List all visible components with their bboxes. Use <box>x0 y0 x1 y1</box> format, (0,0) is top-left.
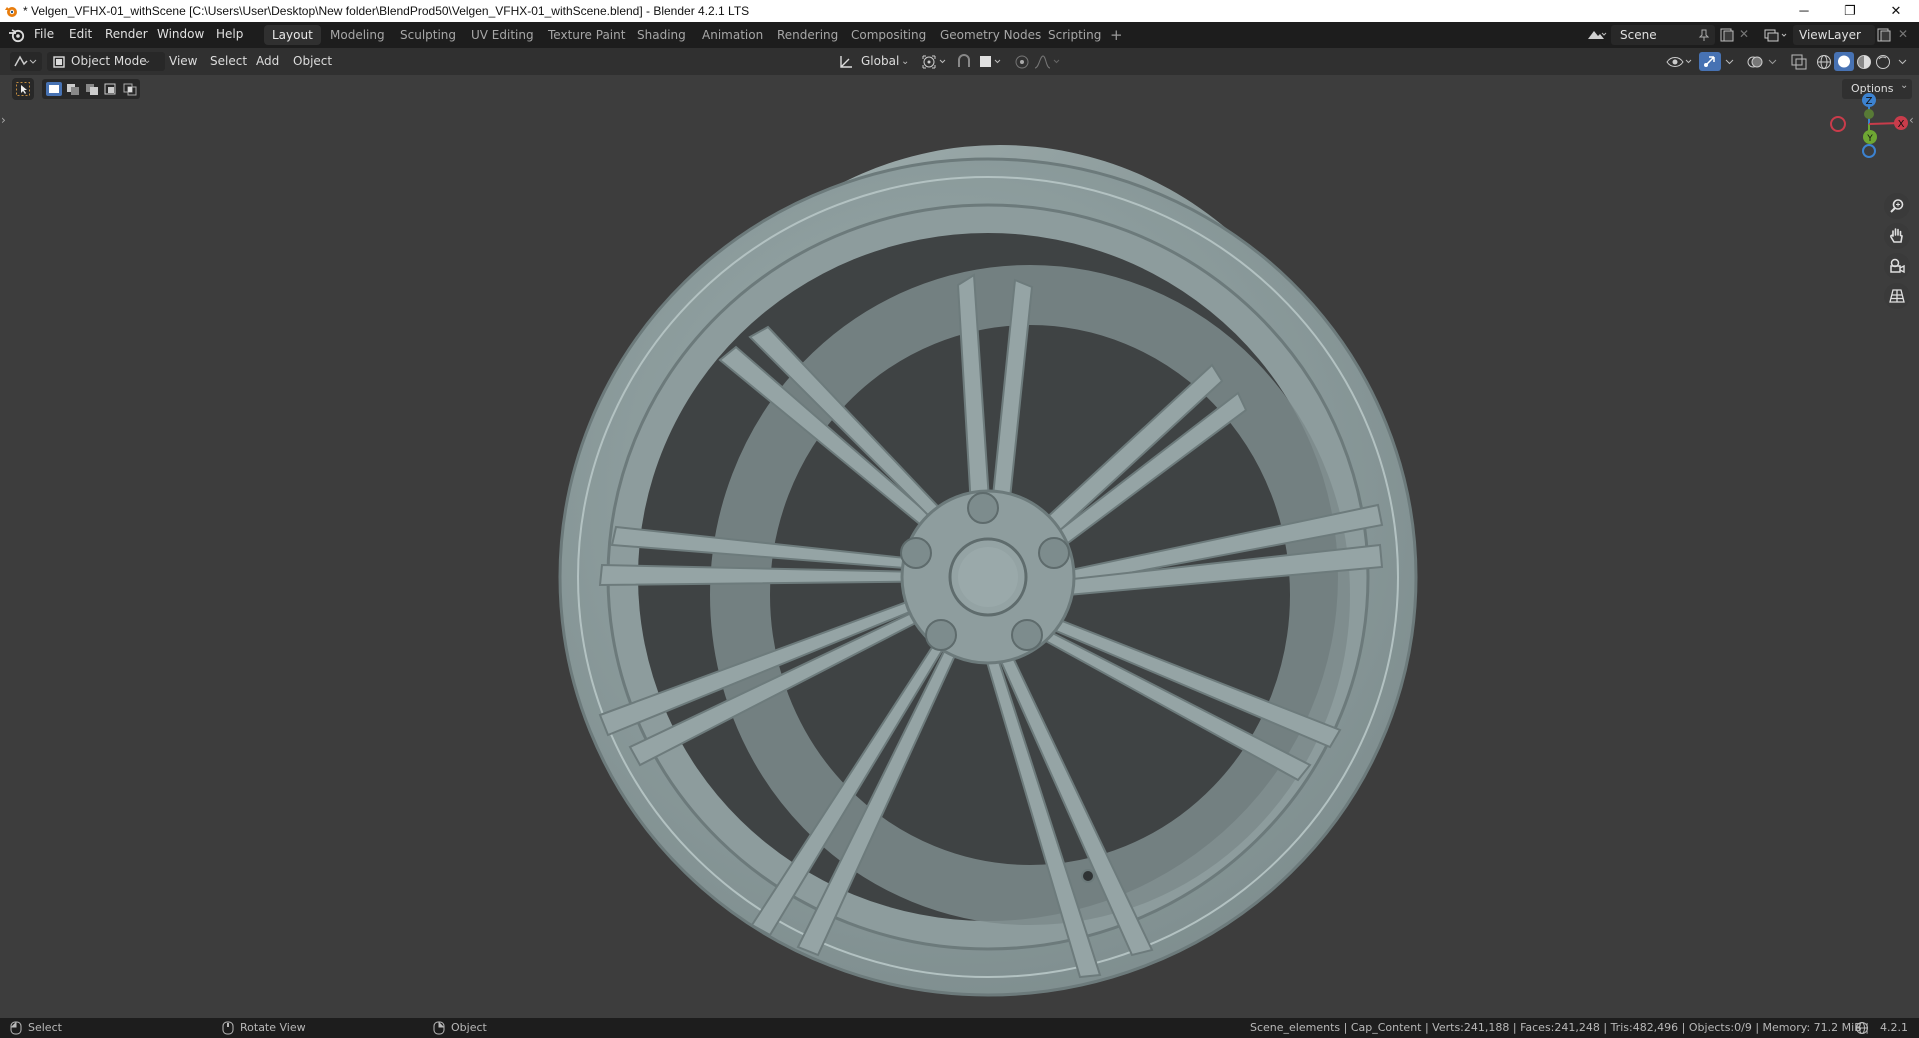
chevron-down-icon: ⌄ <box>143 55 152 66</box>
minimize-button[interactable]: ─ <box>1781 0 1827 22</box>
navigation-gizmo[interactable]: Z X Y <box>1822 90 1916 170</box>
delete-scene-icon[interactable]: ✕ <box>1739 27 1749 41</box>
tab-shading[interactable]: Shading <box>629 25 694 45</box>
tab-layout[interactable]: Layout <box>264 25 321 45</box>
pin-icon[interactable] <box>1697 28 1711 42</box>
3d-viewport[interactable]: Options ⌄ › ‹ Z X Y <box>0 75 1919 1018</box>
zoom-icon <box>1890 199 1904 213</box>
mode-selector[interactable]: Object Mode ⌄ <box>47 52 165 71</box>
tab-compositing[interactable]: Compositing <box>843 25 934 45</box>
menu-object[interactable]: Object <box>293 52 332 71</box>
menu-select[interactable]: Select <box>210 52 247 71</box>
overlays-chevron-icon[interactable] <box>1766 53 1780 71</box>
object-mode-icon <box>53 56 65 68</box>
menu-file[interactable]: File <box>34 27 54 41</box>
orientation-label[interactable]: Global <box>861 52 899 71</box>
window-title: * Velgen_VFHX-01_withScene [C:\Users\Use… <box>23 4 750 18</box>
gizmo-y-label: Y <box>1866 134 1873 144</box>
snap-target-icon[interactable] <box>977 53 1005 71</box>
wireframe-shading-icon[interactable] <box>1815 53 1833 71</box>
gizmo-x-label: X <box>1898 119 1905 130</box>
tab-rendering[interactable]: Rendering <box>769 25 846 45</box>
menu-add[interactable]: Add <box>256 52 279 71</box>
menu-help[interactable]: Help <box>216 27 243 41</box>
pivot-point-icon[interactable] <box>920 53 948 71</box>
scene-statistics: Scene_elements | Cap_Content | Verts:241… <box>1250 1021 1869 1034</box>
new-scene-icon[interactable] <box>1719 27 1735 43</box>
zoom-button[interactable] <box>1884 193 1910 219</box>
top-bar: File Edit Render Window Help Layout Mode… <box>0 22 1919 48</box>
mouse-right-icon <box>433 1021 445 1035</box>
blender-logo-icon[interactable] <box>8 27 26 43</box>
view-layer-selector[interactable]: ViewLayer <box>1793 25 1875 45</box>
solid-shading-icon <box>1838 55 1850 68</box>
tab-geometry-nodes[interactable]: Geometry Nodes <box>932 25 1049 45</box>
falloff-icon[interactable] <box>1033 53 1063 71</box>
view-layer-icon[interactable] <box>1763 27 1789 43</box>
close-button[interactable]: ✕ <box>1873 0 1919 22</box>
menu-render[interactable]: Render <box>105 27 148 41</box>
rendered-shading-icon[interactable] <box>1874 53 1892 71</box>
gizmo-chevron-icon[interactable] <box>1723 53 1737 71</box>
gizmo-icon <box>1704 56 1715 67</box>
snap-icon[interactable] <box>955 53 973 71</box>
gizmo-z-label: Z <box>1866 96 1873 107</box>
xray-icon[interactable] <box>1790 53 1808 71</box>
editor-type-button[interactable] <box>10 52 42 71</box>
status-bar: Select Rotate View Object Scene_elements… <box>0 1018 1919 1038</box>
camera-view-button[interactable] <box>1884 253 1910 279</box>
menu-window[interactable]: Window <box>157 27 204 41</box>
viewport-header: Object Mode ⌄ View Select Add Object Glo… <box>0 48 1919 75</box>
status-rotate-view: Rotate View <box>240 1021 306 1034</box>
tab-scripting[interactable]: Scripting <box>1040 25 1109 45</box>
material-shading-icon[interactable] <box>1855 53 1873 71</box>
editor-type-icon <box>14 55 37 67</box>
blender-version: 4.2.1 <box>1880 1021 1908 1034</box>
shading-chevron-icon[interactable] <box>1896 53 1910 71</box>
wheel-model[interactable] <box>0 75 1919 1018</box>
maximize-button[interactable]: ❐ <box>1827 0 1873 22</box>
scene-icon[interactable] <box>1586 27 1608 43</box>
tab-modeling[interactable]: Modeling <box>322 25 393 45</box>
proportional-edit-icon[interactable] <box>1013 53 1031 71</box>
tab-texture-paint[interactable]: Texture Paint <box>540 25 633 45</box>
mouse-left-icon <box>10 1021 22 1035</box>
visibility-icon[interactable] <box>1665 53 1695 71</box>
overlays-icon[interactable] <box>1746 53 1764 71</box>
perspective-toggle-button[interactable] <box>1884 283 1910 309</box>
mode-label: Object Mode <box>71 54 147 68</box>
tab-sculpting[interactable]: Sculpting <box>392 25 464 45</box>
status-select: Select <box>28 1021 62 1034</box>
status-object: Object <box>451 1021 487 1034</box>
window-titlebar: * Velgen_VFHX-01_withScene [C:\Users\Use… <box>0 0 1919 22</box>
menu-view[interactable]: View <box>169 52 197 71</box>
gizmo-toggle[interactable] <box>1699 52 1721 71</box>
scene-selector[interactable]: Scene <box>1611 25 1715 45</box>
scene-name: Scene <box>1620 28 1657 42</box>
blender-app-icon <box>5 7 17 17</box>
orientation-chevron-icon[interactable]: ⌄ <box>901 52 909 71</box>
new-view-layer-icon[interactable] <box>1876 27 1892 43</box>
network-icon <box>1856 1022 1868 1034</box>
pan-button[interactable] <box>1884 223 1910 249</box>
hand-icon <box>1890 228 1903 243</box>
tab-uv-editing[interactable]: UV Editing <box>463 25 542 45</box>
tab-animation[interactable]: Animation <box>694 25 771 45</box>
camera-icon <box>1890 258 1905 274</box>
view-layer-name: ViewLayer <box>1799 28 1861 42</box>
solid-shading-button[interactable] <box>1834 52 1854 71</box>
mouse-middle-icon <box>222 1021 234 1035</box>
add-workspace-button[interactable]: + <box>1110 26 1123 44</box>
delete-view-layer-icon[interactable]: ✕ <box>1898 27 1908 41</box>
grid-perspective-icon <box>1889 289 1905 303</box>
menu-edit[interactable]: Edit <box>69 27 92 41</box>
orientation-icon <box>840 56 852 68</box>
